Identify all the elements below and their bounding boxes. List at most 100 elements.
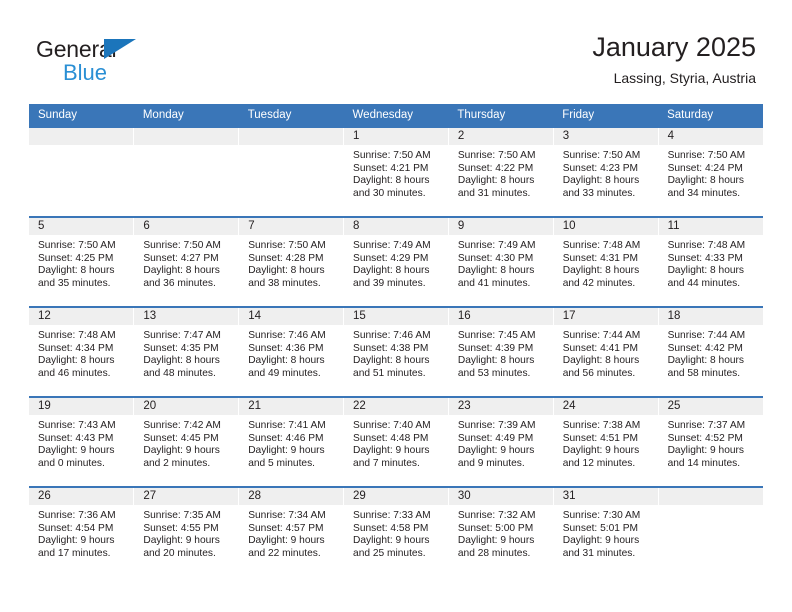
calendar-day-cell[interactable]: 20 Sunrise: 7:42 AM Sunset: 4:45 PM Dayligh… xyxy=(133,396,240,487)
sunrise-text: Sunrise: 7:50 AM xyxy=(562,150,641,161)
sunrise-text: Sunrise: 7:44 AM xyxy=(667,330,746,341)
calendar-day-cell[interactable]: 4 Sunrise: 7:50 AM Sunset: 4:24 PM Daylight… xyxy=(658,126,763,217)
sunrise-text: Sunrise: 7:42 AM xyxy=(143,420,221,431)
sunset-text: Sunset: 4:33 PM xyxy=(667,252,743,264)
daylight-text-line1: Daylight: 9 hours xyxy=(143,445,220,457)
day-details: Sunrise: 7:49 AM Sunset: 4:29 PM Daylight:… xyxy=(344,235,448,290)
calendar-day-cell[interactable]: 6 Sunrise: 7:50 AM Sunset: 4:27 PM Daylight… xyxy=(133,216,240,307)
daylight-text-line1: Daylight: 8 hours xyxy=(353,265,430,277)
sunset-text: Sunset: 4:30 PM xyxy=(457,252,534,264)
day-details: Sunrise: 7:39 AM Sunset: 4:49 PM Daylight:… xyxy=(449,415,553,470)
day-details: Sunrise: 7:41 AM Sunset: 4:46 PM Daylight:… xyxy=(239,415,343,470)
calendar-day-cell[interactable]: 17 Sunrise: 7:44 AM Sunset: 4:41 PM Dayligh… xyxy=(553,306,659,397)
weekday-header-wednesday: Wednesday xyxy=(343,104,449,127)
day-cell-inner: 27 Sunrise: 7:35 AM Sunset: 4:55 PM Dayligh… xyxy=(134,488,239,576)
calendar-day-cell[interactable]: 12 Sunrise: 7:48 AM Sunset: 4:34 PM Dayligh… xyxy=(29,306,135,397)
calendar-day-cell[interactable]: 28 Sunrise: 7:34 AM Sunset: 4:57 PM Dayligh… xyxy=(238,486,345,576)
day-cell-inner: 20 Sunrise: 7:42 AM Sunset: 4:45 PM Dayligh… xyxy=(134,398,239,486)
day-details: Sunrise: 7:44 AM Sunset: 4:41 PM Daylight:… xyxy=(554,325,658,380)
day-cell-inner: 26 Sunrise: 7:36 AM Sunset: 4:54 PM Dayligh… xyxy=(29,488,134,576)
sunrise-text: Sunrise: 7:41 AM xyxy=(248,420,326,431)
day-number: 18 xyxy=(658,308,763,325)
calendar-day-cell[interactable]: 21 Sunrise: 7:41 AM Sunset: 4:46 PM Dayligh… xyxy=(238,396,345,487)
calendar-day-cell[interactable]: 8 Sunrise: 7:49 AM Sunset: 4:29 PM Daylight… xyxy=(343,216,449,307)
sunset-text: Sunset: 4:51 PM xyxy=(562,432,639,444)
sunrise-text: Sunrise: 7:50 AM xyxy=(667,150,746,161)
calendar-day-cell[interactable]: 1 Sunrise: 7:50 AM Sunset: 4:21 PM Daylight… xyxy=(343,126,449,217)
day-cell-inner: 17 Sunrise: 7:44 AM Sunset: 4:41 PM Dayligh… xyxy=(553,308,658,396)
calendar-day-cell[interactable]: 2 Sunrise: 7:50 AM Sunset: 4:22 PM Daylight… xyxy=(448,126,554,217)
daylight-text-line1: Daylight: 8 hours xyxy=(562,175,640,187)
day-details: Sunrise: 7:50 AM Sunset: 4:28 PM Daylight:… xyxy=(239,235,343,290)
brand-logo[interactable]: General Blue xyxy=(36,36,226,88)
calendar-day-cell[interactable]: 7 Sunrise: 7:50 AM Sunset: 4:28 PM Daylight… xyxy=(238,216,345,307)
calendar-day-cell[interactable]: 30 Sunrise: 7:32 AM Sunset: 5:00 PM Dayligh… xyxy=(448,486,554,576)
daylight-text-line2: and 0 minutes. xyxy=(38,457,105,469)
calendar-body: 1 Sunrise: 7:50 AM Sunset: 4:21 PM Daylight… xyxy=(29,126,763,576)
sunset-text: Sunset: 4:31 PM xyxy=(562,252,639,264)
sunrise-text: Sunrise: 7:34 AM xyxy=(248,510,326,521)
day-details: Sunrise: 7:34 AM Sunset: 4:57 PM Daylight:… xyxy=(239,505,343,560)
day-details: Sunrise: 7:48 AM Sunset: 4:34 PM Daylight:… xyxy=(29,325,133,380)
calendar-day-cell[interactable]: 14 Sunrise: 7:46 AM Sunset: 4:36 PM Dayligh… xyxy=(238,306,345,397)
day-details: Sunrise: 7:33 AM Sunset: 4:58 PM Daylight:… xyxy=(344,505,448,560)
sunset-text: Sunset: 4:25 PM xyxy=(38,252,114,264)
day-cell-inner: 10 Sunrise: 7:48 AM Sunset: 4:31 PM Dayligh… xyxy=(553,218,658,306)
day-cell-inner: 2 Sunrise: 7:50 AM Sunset: 4:22 PM Daylight… xyxy=(448,128,553,216)
day-cell-inner: 11 Sunrise: 7:48 AM Sunset: 4:33 PM Dayligh… xyxy=(658,218,763,306)
calendar-day-cell[interactable]: 3 Sunrise: 7:50 AM Sunset: 4:23 PM Daylight… xyxy=(553,126,659,217)
calendar-day-cell[interactable]: 19 Sunrise: 7:43 AM Sunset: 4:43 PM Dayligh… xyxy=(29,396,135,487)
daylight-text-line1: Daylight: 9 hours xyxy=(667,445,745,457)
calendar-day-cell[interactable]: 27 Sunrise: 7:35 AM Sunset: 4:55 PM Dayligh… xyxy=(133,486,240,576)
calendar-day-cell[interactable]: 24 Sunrise: 7:38 AM Sunset: 4:51 PM Dayligh… xyxy=(553,396,659,487)
day-details: Sunrise: 7:38 AM Sunset: 4:51 PM Daylight:… xyxy=(554,415,658,470)
daylight-text-line1: Daylight: 8 hours xyxy=(143,355,220,367)
calendar-day-cell[interactable]: 25 Sunrise: 7:37 AM Sunset: 4:52 PM Dayligh… xyxy=(658,396,763,487)
calendar-day-cell[interactable]: 5 Sunrise: 7:50 AM Sunset: 4:25 PM Daylight… xyxy=(29,216,135,307)
calendar-day-cell[interactable]: 31 Sunrise: 7:30 AM Sunset: 5:01 PM Dayligh… xyxy=(553,486,659,576)
calendar-day-cell[interactable]: 23 Sunrise: 7:39 AM Sunset: 4:49 PM Dayligh… xyxy=(448,396,554,487)
day-number: 22 xyxy=(344,398,448,415)
day-details: Sunrise: 7:32 AM Sunset: 5:00 PM Daylight:… xyxy=(449,505,553,560)
day-details: Sunrise: 7:37 AM Sunset: 4:52 PM Daylight:… xyxy=(659,415,763,470)
day-cell-inner: 3 Sunrise: 7:50 AM Sunset: 4:23 PM Daylight… xyxy=(553,128,658,216)
sunrise-text: Sunrise: 7:50 AM xyxy=(457,150,536,161)
daylight-text-line1: Daylight: 9 hours xyxy=(562,445,640,457)
triangle-icon xyxy=(104,39,136,59)
brand-logo-row-bottom: Blue xyxy=(36,62,226,86)
day-details: Sunrise: 7:42 AM Sunset: 4:45 PM Daylight:… xyxy=(134,415,238,470)
daylight-text-line2: and 14 minutes. xyxy=(667,457,741,469)
daylight-text-line2: and 31 minutes. xyxy=(457,187,531,199)
calendar-day-cell[interactable]: 18 Sunrise: 7:44 AM Sunset: 4:42 PM Dayligh… xyxy=(658,306,763,397)
sunrise-text: Sunrise: 7:40 AM xyxy=(353,420,431,431)
weekday-header-sunday: Sunday xyxy=(29,104,134,127)
sunset-text: Sunset: 4:45 PM xyxy=(143,432,219,444)
day-number xyxy=(134,128,239,145)
sunrise-text: Sunrise: 7:33 AM xyxy=(353,510,431,521)
daylight-text-line1: Daylight: 8 hours xyxy=(248,355,325,367)
daylight-text-line2: and 53 minutes. xyxy=(457,367,531,379)
day-cell-inner: 22 Sunrise: 7:40 AM Sunset: 4:48 PM Dayligh… xyxy=(344,398,448,486)
page-subtitle: Lassing, Styria, Austria xyxy=(613,70,756,86)
calendar-day-cell[interactable]: 29 Sunrise: 7:33 AM Sunset: 4:58 PM Dayligh… xyxy=(343,486,449,576)
daylight-text-line2: and 20 minutes. xyxy=(143,547,216,559)
day-cell-inner: 6 Sunrise: 7:50 AM Sunset: 4:27 PM Daylight… xyxy=(134,218,239,306)
calendar-day-cell[interactable]: 26 Sunrise: 7:36 AM Sunset: 4:54 PM Dayligh… xyxy=(29,486,135,576)
day-number: 24 xyxy=(553,398,658,415)
daylight-text-line2: and 7 minutes. xyxy=(353,457,420,469)
weekday-header-saturday: Saturday xyxy=(658,104,763,127)
daylight-text-line2: and 46 minutes. xyxy=(38,367,111,379)
calendar-day-cell[interactable]: 9 Sunrise: 7:49 AM Sunset: 4:30 PM Daylight… xyxy=(448,216,554,307)
daylight-text-line1: Daylight: 8 hours xyxy=(38,265,115,277)
calendar-day-cell[interactable]: 15 Sunrise: 7:46 AM Sunset: 4:38 PM Dayligh… xyxy=(343,306,449,397)
sunset-text: Sunset: 4:36 PM xyxy=(248,342,324,354)
calendar-day-cell[interactable]: 10 Sunrise: 7:48 AM Sunset: 4:31 PM Dayligh… xyxy=(553,216,659,307)
sunset-text: Sunset: 5:00 PM xyxy=(457,522,534,534)
calendar-day-cell[interactable]: 11 Sunrise: 7:48 AM Sunset: 4:33 PM Dayligh… xyxy=(658,216,763,307)
calendar-day-cell[interactable]: 16 Sunrise: 7:45 AM Sunset: 4:39 PM Dayligh… xyxy=(448,306,554,397)
day-number: 9 xyxy=(448,218,553,235)
calendar-day-cell[interactable]: 13 Sunrise: 7:47 AM Sunset: 4:35 PM Dayligh… xyxy=(133,306,240,397)
calendar-day-cell[interactable]: 22 Sunrise: 7:40 AM Sunset: 4:48 PM Dayligh… xyxy=(343,396,449,487)
day-cell-inner: 12 Sunrise: 7:48 AM Sunset: 4:34 PM Dayligh… xyxy=(29,308,134,396)
sunrise-text: Sunrise: 7:45 AM xyxy=(457,330,536,341)
